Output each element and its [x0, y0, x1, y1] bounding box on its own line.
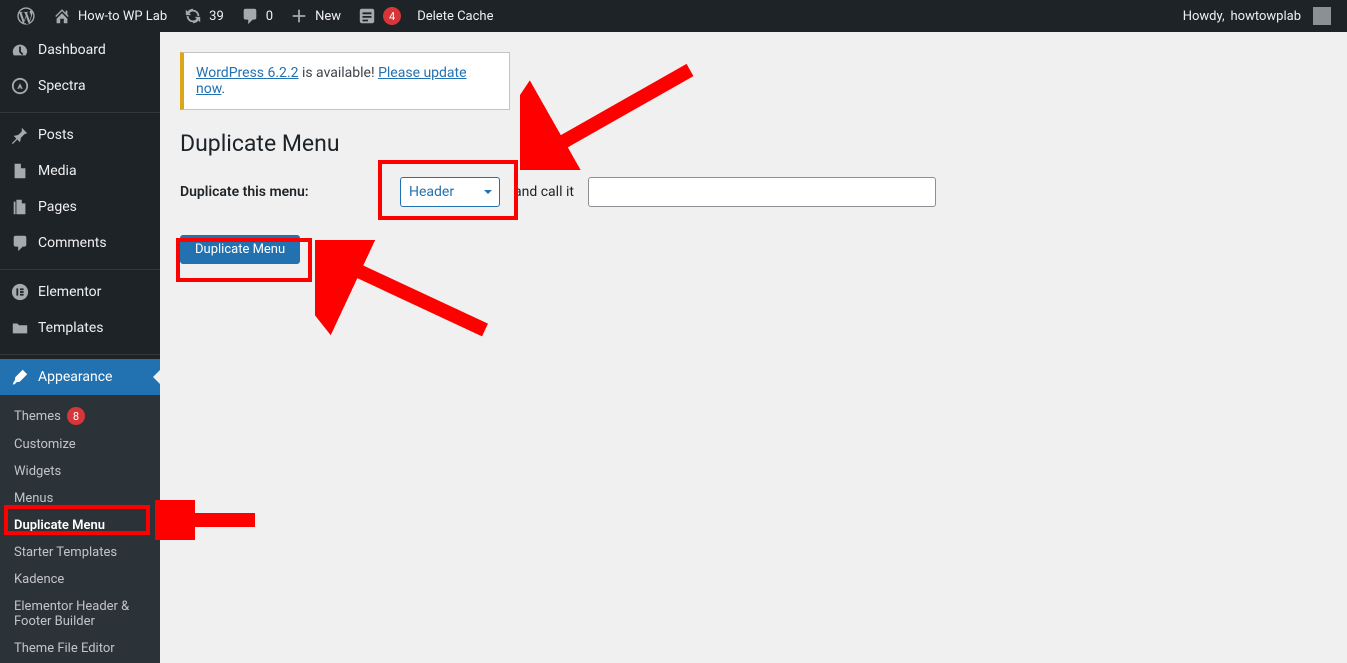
sidebar-item-appearance[interactable]: Appearance: [0, 359, 160, 395]
submenu-item-kadence[interactable]: Kadence: [0, 566, 160, 593]
update-notice: WordPress 6.2.2 is available! Please upd…: [180, 52, 510, 110]
submenu-item-duplicate-menu[interactable]: Duplicate Menu: [0, 512, 160, 539]
sidebar-item-pages[interactable]: Pages: [0, 189, 160, 225]
update-icon: [183, 6, 203, 26]
plus-icon: [289, 6, 309, 26]
media-icon: [10, 161, 30, 181]
pin-icon: [10, 125, 30, 145]
new-label: New: [315, 9, 341, 24]
admin-bar-right: Howdy, howtowplab: [1175, 0, 1339, 32]
submenu-item-widgets[interactable]: Widgets: [0, 458, 160, 485]
submenu-item-customize[interactable]: Customize: [0, 431, 160, 458]
submenu-item-label: Widgets: [14, 464, 61, 479]
sidebar-separator: [0, 108, 160, 113]
delete-cache-label: Delete Cache: [417, 9, 493, 24]
wp-version-link[interactable]: WordPress 6.2.2: [196, 65, 298, 81]
duplicate-form-row: Duplicate this menu: Header and call it: [180, 177, 1327, 207]
sidebar-item-label: Media: [38, 163, 77, 179]
home-icon: [52, 6, 72, 26]
themes-update-badge: 8: [67, 407, 85, 425]
main-content: WordPress 6.2.2 is available! Please upd…: [160, 32, 1347, 663]
updates-link[interactable]: 39: [175, 0, 232, 32]
new-content-link[interactable]: New: [281, 0, 349, 32]
updates-count: 39: [209, 9, 224, 24]
sidebar-separator: [0, 350, 160, 355]
submenu-item-label: Menus: [14, 491, 53, 506]
username-label: howtowplab: [1231, 9, 1301, 24]
submenu-item-label: Themes: [14, 409, 61, 424]
admin-bar-left: How-to WP Lab 39 0 New 4 Del: [8, 0, 501, 32]
my-account-link[interactable]: Howdy, howtowplab: [1175, 0, 1339, 32]
form-label: Duplicate this menu:: [180, 184, 400, 200]
submenu-item-menus[interactable]: Menus: [0, 485, 160, 512]
submenu-item-theme-file-editor[interactable]: Theme File Editor: [0, 635, 160, 662]
howdy-prefix: Howdy,: [1183, 9, 1225, 24]
sidebar-item-label: Posts: [38, 127, 74, 143]
submenu-item-starter-templates[interactable]: Starter Templates: [0, 539, 160, 566]
notice-text: is available!: [298, 65, 378, 81]
brush-icon: [10, 367, 30, 387]
appearance-submenu: Themes 8 Customize Widgets Menus Duplica…: [0, 395, 160, 663]
wpforms-count: 4: [383, 7, 401, 25]
site-name-label: How-to WP Lab: [78, 9, 167, 24]
sidebar-item-spectra[interactable]: Spectra: [0, 68, 160, 104]
submenu-item-label: Theme File Editor: [14, 641, 115, 656]
sidebar-separator: [0, 265, 160, 270]
site-name-link[interactable]: How-to WP Lab: [44, 0, 175, 32]
sidebar-item-comments[interactable]: Comments: [0, 225, 160, 261]
admin-sidebar: Dashboard Spectra Posts Media Pages Comm…: [0, 32, 160, 663]
folder-icon: [10, 318, 30, 338]
mid-label: and call it: [514, 184, 574, 200]
wpforms-link[interactable]: 4: [349, 0, 409, 32]
comment-bubble-icon: [240, 6, 260, 26]
spectra-icon: [10, 76, 30, 96]
sidebar-item-label: Templates: [38, 320, 104, 336]
dashboard-icon: [10, 40, 30, 60]
wpforms-icon: [357, 6, 377, 26]
sidebar-item-elementor[interactable]: Elementor: [0, 274, 160, 310]
duplicate-menu-button[interactable]: Duplicate Menu: [180, 235, 300, 264]
menu-select[interactable]: Header: [400, 177, 500, 207]
page-title: Duplicate Menu: [180, 130, 1327, 157]
sidebar-item-label: Appearance: [38, 369, 112, 385]
sidebar-item-label: Elementor: [38, 284, 101, 300]
submenu-item-label: Starter Templates: [14, 545, 117, 560]
avatar: [1313, 7, 1331, 25]
elementor-icon: [10, 282, 30, 302]
sidebar-item-templates[interactable]: Templates: [0, 310, 160, 346]
comments-count: 0: [266, 9, 273, 24]
sidebar-item-label: Dashboard: [38, 42, 106, 58]
submenu-item-label: Customize: [14, 437, 76, 452]
sidebar-item-dashboard[interactable]: Dashboard: [0, 32, 160, 68]
admin-bar: How-to WP Lab 39 0 New 4 Del: [0, 0, 1347, 32]
sidebar-item-label: Spectra: [38, 78, 86, 94]
sidebar-item-media[interactable]: Media: [0, 153, 160, 189]
submenu-item-label: Kadence: [14, 572, 64, 587]
submenu-item-themes[interactable]: Themes 8: [0, 401, 160, 431]
delete-cache-link[interactable]: Delete Cache: [409, 0, 501, 32]
submenu-item-label: Elementor Header & Footer Builder: [14, 599, 146, 629]
comments-link[interactable]: 0: [232, 0, 281, 32]
submenu-item-label: Duplicate Menu: [14, 518, 105, 533]
sidebar-item-posts[interactable]: Posts: [0, 117, 160, 153]
submenu-item-elementor-hfb[interactable]: Elementor Header & Footer Builder: [0, 593, 160, 635]
comment-icon: [10, 233, 30, 253]
sidebar-item-label: Pages: [38, 199, 77, 215]
new-menu-name-input[interactable]: [588, 177, 936, 207]
wordpress-logo-icon: [16, 6, 36, 26]
menu-select-wrap: Header: [400, 177, 500, 207]
sidebar-item-label: Comments: [38, 235, 107, 251]
page-icon: [10, 197, 30, 217]
wp-logo-menu[interactable]: [8, 0, 44, 32]
